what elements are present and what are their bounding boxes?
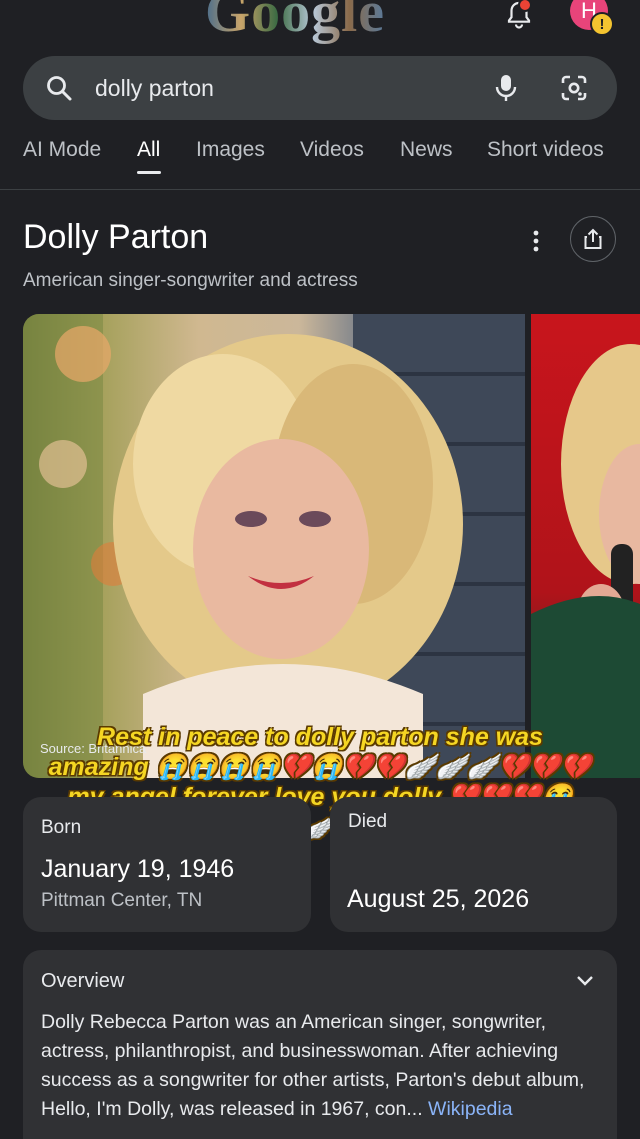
tab-videos[interactable]: Videos <box>300 138 364 162</box>
google-lens-icon[interactable] <box>559 73 589 103</box>
account-avatar[interactable]: H ! <box>570 0 614 36</box>
tab-news[interactable]: News <box>400 138 453 162</box>
google-logo[interactable]: Google <box>205 0 385 45</box>
chevron-down-icon[interactable] <box>575 970 595 990</box>
died-card[interactable]: Died August 25, 2026 <box>330 797 617 932</box>
caption-line-2: amazing 😭😭😭😭💔😭💔💔🪽🪽🪽💔💔💔 <box>48 753 592 781</box>
born-label: Born <box>41 817 82 838</box>
died-label: Died <box>348 811 388 832</box>
tab-ai-mode[interactable]: AI Mode <box>23 138 101 162</box>
tabs-divider <box>0 189 640 190</box>
microphone-icon[interactable] <box>493 73 519 103</box>
wikipedia-link[interactable]: Wikipedia <box>428 1098 513 1120</box>
entity-photo-main[interactable] <box>23 314 525 778</box>
search-bar[interactable]: dolly parton <box>23 56 617 120</box>
born-date: January 19, 1946 <box>41 855 235 883</box>
tab-all[interactable]: All <box>137 138 160 162</box>
search-icon[interactable] <box>45 74 73 102</box>
entity-photo-secondary[interactable] <box>531 314 640 778</box>
died-date: August 25, 2026 <box>347 885 530 913</box>
share-icon <box>584 228 602 249</box>
overview-card[interactable]: Overview Dolly Rebecca Parton was an Ame… <box>23 950 617 1139</box>
more-options-icon[interactable] <box>528 229 544 253</box>
notifications-bell-icon[interactable] <box>502 0 536 32</box>
active-tab-indicator <box>137 171 161 174</box>
warning-badge-icon: ! <box>590 12 614 36</box>
share-button[interactable] <box>570 216 616 262</box>
entity-title: Dolly Parton <box>23 218 209 256</box>
search-input[interactable]: dolly parton <box>95 75 493 102</box>
tab-short-videos[interactable]: Short videos <box>487 138 604 162</box>
tab-images[interactable]: Images <box>196 138 265 162</box>
search-tabs: AI Mode All Images Videos News Short vid… <box>0 138 640 188</box>
entity-subtitle: American singer-songwriter and actress <box>23 270 358 291</box>
born-card[interactable]: Born January 19, 1946 Pittman Center, TN <box>23 797 311 932</box>
overview-title: Overview <box>41 970 125 992</box>
overview-text: Dolly Rebecca Parton was an American sin… <box>41 1008 613 1124</box>
caption-line-1: Rest in peace to dolly parton she was <box>97 723 543 751</box>
born-place: Pittman Center, TN <box>41 890 203 911</box>
